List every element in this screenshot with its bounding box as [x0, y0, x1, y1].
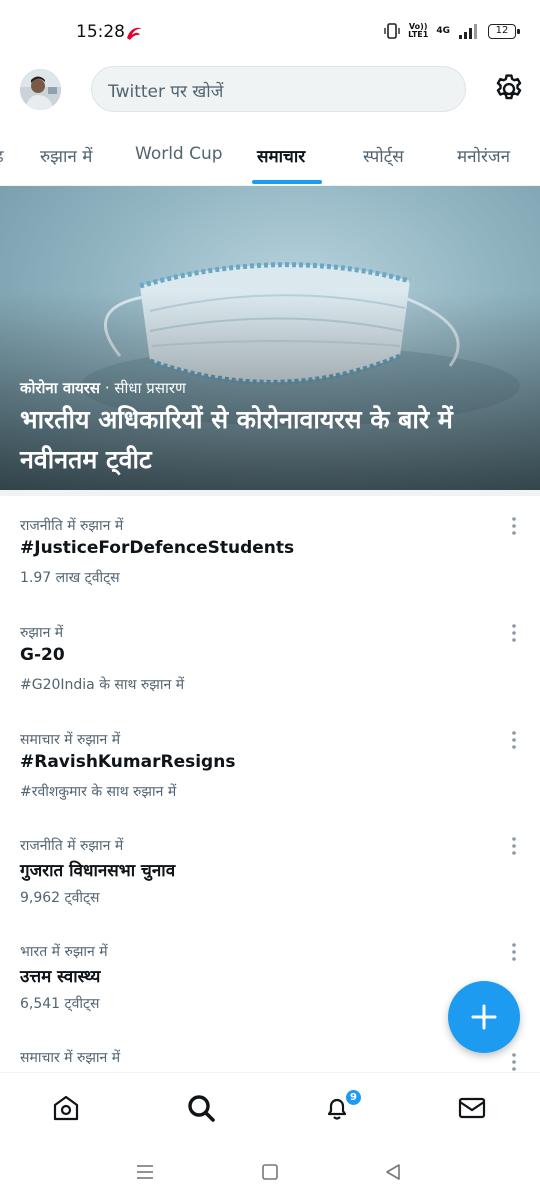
active-tab-indicator: [252, 180, 322, 184]
battery-icon: 12: [488, 23, 520, 39]
trend-related-hashtag[interactable]: #G20India: [20, 677, 95, 693]
network-type: 4G: [436, 26, 450, 36]
trend-item[interactable]: समाचार में रुझान में #RavishKumarResigns…: [0, 730, 540, 836]
tab-news[interactable]: समाचार: [257, 144, 305, 167]
trend-context: रुझान में: [20, 625, 64, 641]
hero-meta: कोरोना वायरस · सीधा प्रसारण: [20, 378, 186, 398]
tab-world-cup[interactable]: World Cup: [135, 144, 223, 164]
gear-icon[interactable]: [492, 72, 526, 106]
trend-name: उत्तम स्वास्थ्य: [20, 967, 101, 987]
hero-title: भारतीय अधिकारियों से कोरोनावायरस के बारे…: [20, 405, 453, 474]
more-options-icon[interactable]: [506, 1050, 522, 1072]
home-square-icon[interactable]: [259, 1161, 281, 1183]
back-triangle-icon[interactable]: [382, 1161, 404, 1183]
trend-context: राजनीति में रुझान में: [20, 518, 124, 534]
avatar-image: [20, 69, 61, 110]
trend-name: #RavishKumarResigns: [20, 752, 236, 772]
more-options-icon[interactable]: [506, 621, 522, 645]
system-nav-bar: [0, 1144, 540, 1200]
trend-name: G-20: [20, 645, 65, 665]
avatar[interactable]: [20, 69, 61, 110]
more-options-icon[interactable]: [506, 728, 522, 752]
trend-related-hashtag[interactable]: #रवीशकुमार: [20, 784, 87, 800]
trend-context: राजनीति में रुझान में: [20, 838, 124, 854]
trend-name: गुजरात विधानसभा चुनाव: [20, 861, 176, 881]
trend-meta: 1.97 लाख ट्वीट्स: [20, 570, 120, 586]
trend-context: समाचार में रुझान में: [20, 732, 121, 748]
hero-topic: कोरोना वायरस: [20, 379, 101, 397]
status-time: 15:28: [76, 22, 125, 42]
compose-tweet-button[interactable]: [448, 981, 520, 1053]
more-options-icon[interactable]: [506, 940, 522, 964]
plus-icon: [471, 1004, 497, 1030]
trend-meta: 6,541 ट्वीट्स: [20, 996, 100, 1012]
more-options-icon[interactable]: [506, 834, 522, 858]
trend-item[interactable]: राजनीति में रुझान में गुजरात विधानसभा चु…: [0, 836, 540, 942]
search-placeholder: Twitter पर खोजें: [108, 82, 224, 102]
airtel-icon: [127, 27, 142, 40]
more-options-icon[interactable]: [506, 514, 522, 538]
tab-entertainment[interactable]: मनोरंजन: [457, 144, 510, 167]
hero-live-label: सीधा प्रसारण: [114, 379, 186, 397]
mail-icon[interactable]: [457, 1093, 487, 1123]
tab-trending[interactable]: रुझान में: [40, 144, 92, 167]
featured-event-card[interactable]: कोरोना वायरस · सीधा प्रसारण भारतीय अधिका…: [0, 186, 540, 490]
vibrate-icon: [384, 23, 400, 39]
trend-meta: 9,962 ट्वीट्स: [20, 890, 100, 906]
volte-indicator: Vo)) LTE1: [408, 22, 429, 39]
status-icons: Vo)) LTE1 4G 12: [384, 22, 520, 40]
trend-item[interactable]: राजनीति में रुझान में #JusticeForDefence…: [0, 516, 540, 622]
trend-context: भारत में रुझान में: [20, 944, 108, 960]
section-divider: [0, 490, 540, 496]
status-bar: 15:28 Vo)) LTE1 4G 12: [0, 0, 540, 66]
trend-meta: #रवीशकुमार के साथ रुझान में: [20, 784, 177, 800]
trend-name: #JusticeForDefenceStudents: [20, 538, 295, 558]
trend-item[interactable]: समाचार में रुझान में: [0, 1048, 540, 1072]
trend-meta: #G20India के साथ रुझान में: [20, 677, 185, 693]
tab-partial[interactable]: ढ़: [0, 144, 4, 167]
trend-item[interactable]: रुझान में G-20 #G20India के साथ रुझान मे…: [0, 623, 540, 729]
menu-icon[interactable]: [134, 1161, 156, 1183]
explore-tabs: ढ़ रुझान में World Cup समाचार स्पोर्ट्स …: [0, 128, 540, 186]
home-icon[interactable]: [51, 1093, 81, 1123]
search-icon[interactable]: [186, 1093, 216, 1123]
notifications-badge: 9: [344, 1088, 363, 1107]
bottom-nav: 9: [0, 1072, 540, 1144]
signal-icon: [459, 24, 477, 39]
hero-separator: ·: [100, 379, 115, 397]
trend-context: समाचार में रुझान में: [20, 1050, 121, 1066]
tab-sports[interactable]: स्पोर्ट्स: [363, 144, 404, 167]
search-input[interactable]: Twitter पर खोजें: [91, 66, 466, 112]
